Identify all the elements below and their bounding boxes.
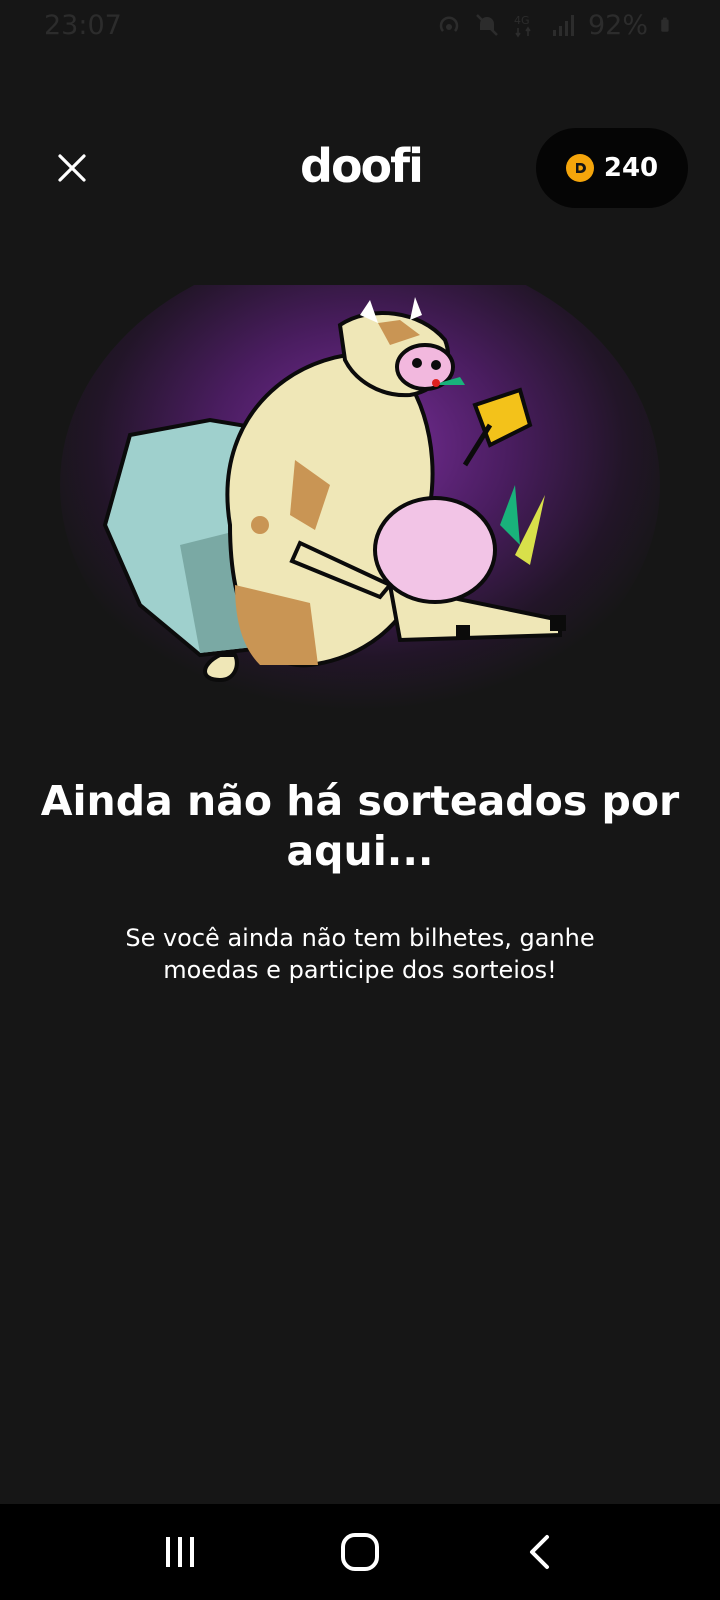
coin-balance[interactable]: 240 <box>536 128 688 208</box>
coin-icon <box>565 154 594 182</box>
system-nav-bar <box>0 1504 720 1600</box>
recent-apps-button[interactable] <box>150 1522 210 1582</box>
signal-icon <box>552 15 574 36</box>
screen: 23:07 4G 92% doofi 240 Ainda não há sort… <box>0 0 720 1600</box>
recent-apps-icon <box>166 1537 194 1567</box>
back-button[interactable] <box>510 1522 570 1582</box>
close-icon <box>58 154 86 182</box>
4g-icon: 4G <box>514 14 531 38</box>
battery-percent: 92% <box>587 9 648 41</box>
home-button[interactable] <box>330 1522 390 1582</box>
empty-state-title: Ainda não há sorteados por aqui... <box>40 777 680 875</box>
cow-with-bell-illustration <box>60 285 660 725</box>
battery-icon <box>661 17 669 32</box>
status-bar: 23:07 4G 92% <box>0 0 720 50</box>
coin-count: 240 <box>603 153 659 183</box>
header: doofi 240 <box>0 128 720 208</box>
empty-state-message: Se você ainda não tem bilhetes, ganhe mo… <box>125 924 595 984</box>
app-logo: doofi <box>300 139 424 193</box>
mute-icon <box>476 14 498 36</box>
status-time: 23:07 <box>44 9 122 41</box>
hotspot-icon <box>439 16 459 32</box>
back-icon <box>530 1535 549 1569</box>
close-button[interactable] <box>50 146 94 190</box>
home-icon <box>341 1533 379 1571</box>
status-icons: 4G 92% <box>436 10 676 41</box>
svg-text:4G: 4G <box>514 14 530 27</box>
